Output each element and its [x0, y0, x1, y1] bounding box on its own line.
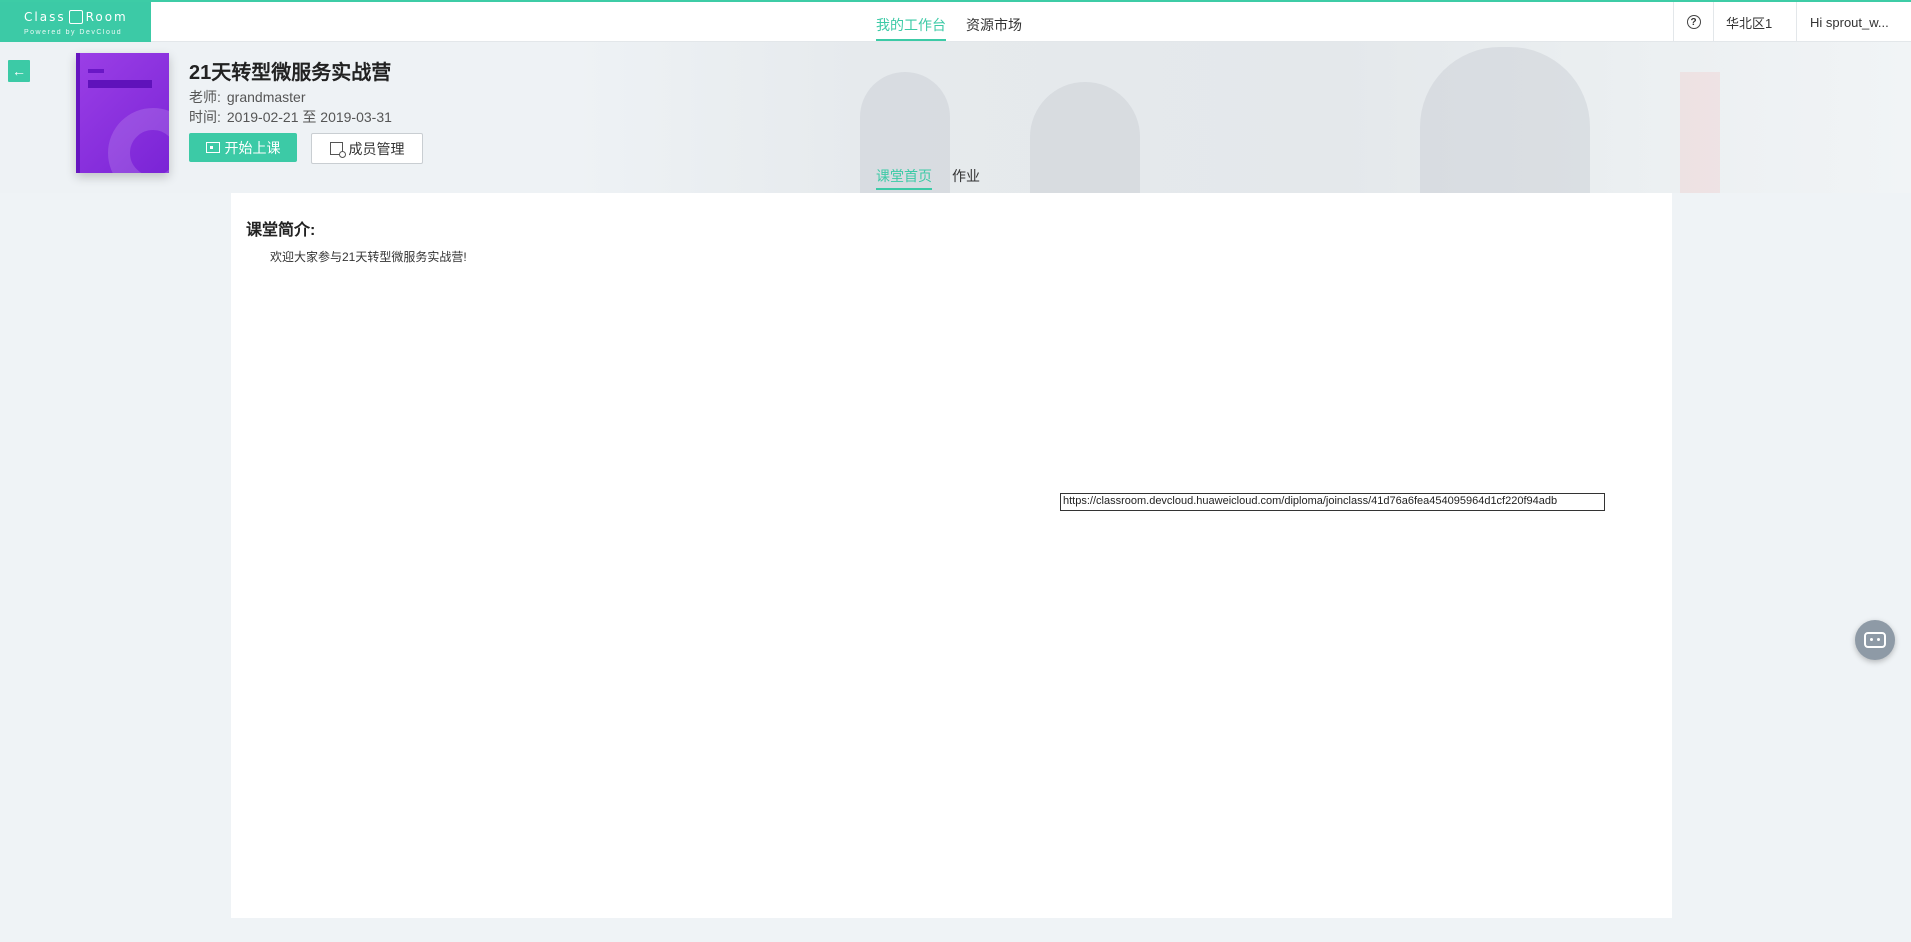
- time-label: 时间:: [189, 109, 221, 125]
- presentation-icon: [205, 142, 220, 153]
- logo-subtitle: Powered by DevCloud: [24, 29, 123, 36]
- join-url-field[interactable]: https://classroom.devcloud.huaweicloud.c…: [1060, 493, 1605, 511]
- intro-text: 欢迎大家参与21天转型微服务实战营!: [270, 250, 467, 264]
- cover-edge: [76, 53, 80, 173]
- logo-text: Class: [24, 10, 66, 24]
- user-menu[interactable]: Hi sprout_w...: [1796, 2, 1911, 42]
- top-right-area: ? 华北区1 Hi sprout_w...: [1673, 2, 1911, 42]
- tab-class-home[interactable]: 课堂首页: [876, 166, 932, 190]
- back-button[interactable]: ←: [8, 60, 30, 82]
- course-time: 2019-02-21 至 2019-03-31: [226, 109, 392, 125]
- time-row: 时间: 2019-02-21 至 2019-03-31: [189, 107, 392, 127]
- course-title: 21天转型微服务实战营: [189, 62, 392, 84]
- teacher-row: 老师: grandmaster: [189, 87, 305, 107]
- course-cover: [76, 53, 169, 173]
- help-icon: ?: [1686, 15, 1701, 29]
- nav-my-workbench[interactable]: 我的工作台: [876, 15, 946, 41]
- teacher-label: 老师:: [189, 89, 221, 105]
- banner-illustration-accent: [1680, 72, 1720, 193]
- teacher-name: grandmaster: [226, 89, 306, 105]
- main-content: 课堂简介: 欢迎大家参与21天转型微服务实战营! https://classro…: [231, 193, 1672, 918]
- intro-title: 课堂简介:: [246, 222, 316, 239]
- banner-illustration-figure-2: [1420, 47, 1590, 193]
- member-management-button[interactable]: 成员管理: [311, 133, 423, 164]
- cover-stripe: [88, 80, 152, 88]
- assistant-robot-button[interactable]: [1855, 620, 1895, 660]
- member-management-label: 成员管理: [348, 140, 405, 157]
- robot-icon: [1864, 632, 1886, 648]
- logo-brand: Class Room: [24, 10, 128, 24]
- start-class-label: 开始上课: [224, 139, 281, 156]
- book-icon: [68, 10, 83, 24]
- cover-circle: [108, 108, 169, 173]
- logo-text-2: Room: [85, 10, 128, 24]
- settings-icon: [329, 142, 346, 158]
- arrow-left-icon: ←: [12, 63, 26, 79]
- region-selector[interactable]: 华北区1: [1713, 2, 1796, 42]
- cover-stripe: [88, 69, 104, 73]
- classroom-logo[interactable]: Class Room Powered by DevCloud: [0, 2, 151, 42]
- top-bar: Class Room Powered by DevCloud 我的工作台 资源市场…: [0, 0, 1911, 42]
- tab-homework[interactable]: 作业: [952, 166, 980, 186]
- nav-resource-market[interactable]: 资源市场: [966, 15, 1022, 35]
- help-button[interactable]: ?: [1673, 2, 1713, 42]
- banner-illustration-figure: [1030, 82, 1140, 193]
- start-class-button[interactable]: 开始上课: [189, 133, 297, 162]
